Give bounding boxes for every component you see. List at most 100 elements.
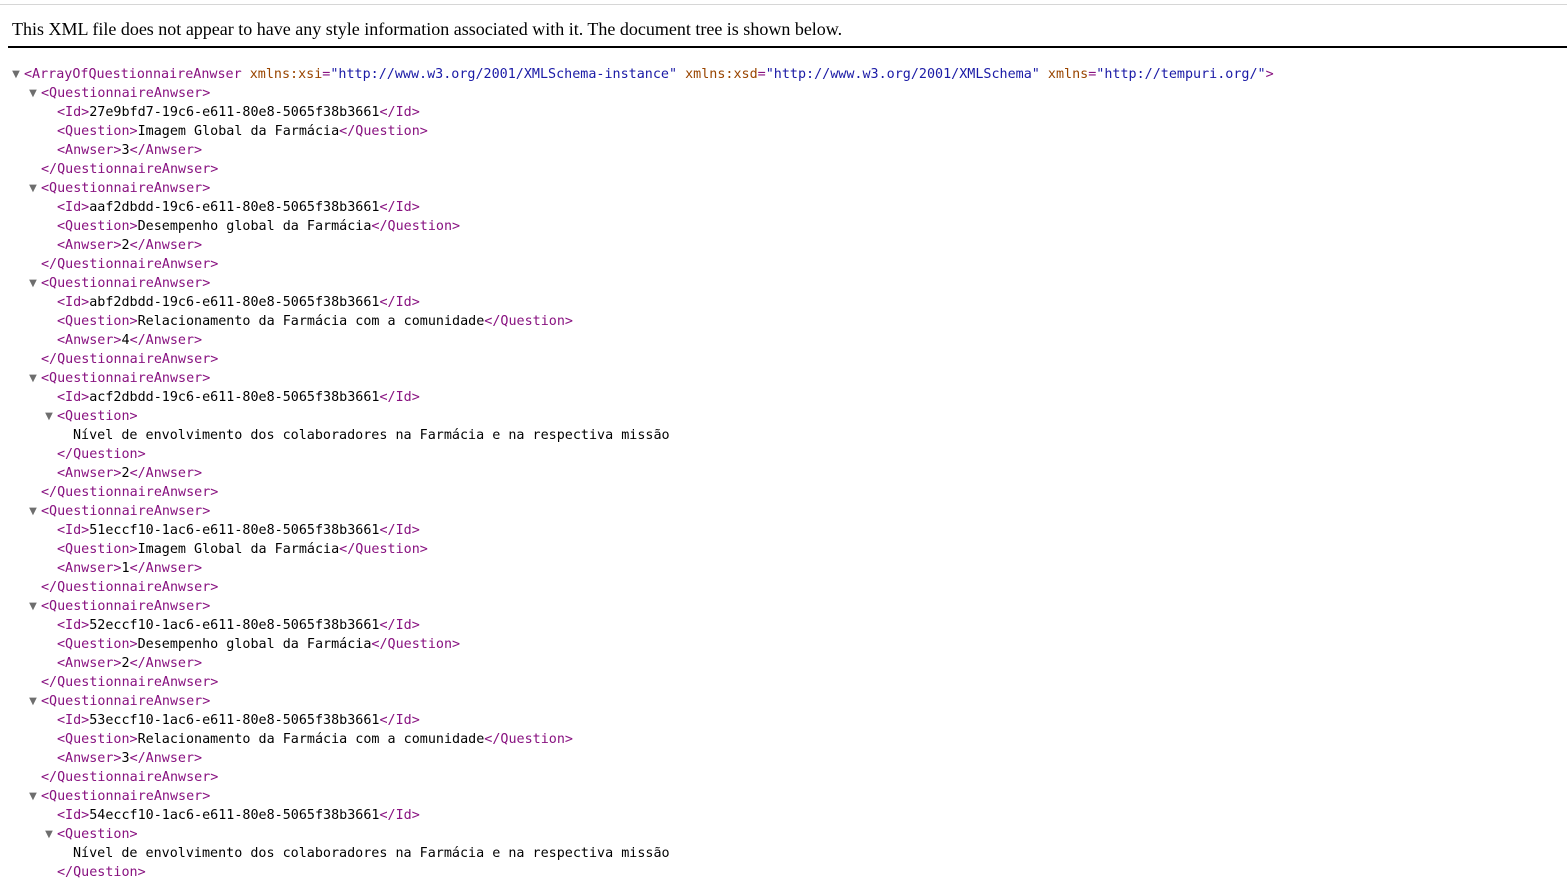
question-open-tag: <Question> (57, 219, 138, 234)
answer-line: <Anwser>2</Anwser> (0, 236, 1567, 255)
answer-value: 1 (121, 561, 130, 576)
id-open-tag: <Id> (57, 390, 90, 405)
qa-close-tag: </QuestionnaireAnwser> (41, 162, 219, 177)
question-text-line: Nível de envolvimento dos colaboradores … (0, 844, 1567, 863)
xml-document-tree: ▼ <ArrayOfQuestionnaireAnwser xmlns:xsi="… (0, 65, 1567, 882)
id-line: <Id>53eccf10-1ac6-e611-80e8-5065f38b3661… (0, 711, 1567, 730)
answer-open-tag: <Anwser> (57, 238, 122, 253)
qa-close-tag: </QuestionnaireAnwser> (41, 580, 219, 595)
collapse-toggle-icon[interactable]: ▼ (43, 825, 55, 844)
collapse-toggle-icon[interactable]: ▼ (27, 502, 39, 521)
attribute-value: "http://www.w3.org/2001/XMLSchema-instan… (330, 67, 678, 82)
question-close-tag: </Question> (371, 637, 461, 652)
id-line: <Id>aaf2dbdd-19c6-e611-80e8-5065f38b3661… (0, 198, 1567, 217)
question-line: <Question>Desempenho global da Farmácia<… (0, 217, 1567, 236)
id-value: abf2dbdd-19c6-e611-80e8-5065f38b3661 (89, 295, 380, 310)
qa-close-line: </QuestionnaireAnwser> (0, 255, 1567, 274)
answer-line: <Anwser>3</Anwser> (0, 749, 1567, 768)
attribute-value: "http://www.w3.org/2001/XMLSchema" (765, 67, 1040, 82)
answer-value: 3 (121, 751, 130, 766)
question-line: <Question>Desempenho global da Farmácia<… (0, 635, 1567, 654)
root-element-line: ▼ <ArrayOfQuestionnaireAnwser xmlns:xsi="… (0, 65, 1567, 84)
id-value: 53eccf10-1ac6-e611-80e8-5065f38b3661 (89, 713, 380, 728)
id-open-tag: <Id> (57, 523, 90, 538)
qa-close-tag: </QuestionnaireAnwser> (41, 257, 219, 272)
answer-close-tag: </Anwser> (129, 333, 203, 348)
qa-close-line: </QuestionnaireAnwser> (0, 578, 1567, 597)
attribute-value: "http://tempuri.org/" (1096, 67, 1266, 82)
id-value: 52eccf10-1ac6-e611-80e8-5065f38b3661 (89, 618, 380, 633)
qa-open-tag: <QuestionnaireAnwser> (41, 789, 211, 804)
answer-close-tag: </Anwser> (129, 751, 203, 766)
question-open-line: ▼ <Question> (0, 407, 1567, 426)
id-open-tag: <Id> (57, 105, 90, 120)
qa-open-tag: <QuestionnaireAnwser> (41, 599, 211, 614)
id-close-tag: </Id> (379, 523, 420, 538)
qa-open-line: ▼ <QuestionnaireAnwser> (0, 84, 1567, 103)
id-close-tag: </Id> (379, 713, 420, 728)
answer-open-tag: <Anwser> (57, 561, 122, 576)
collapse-toggle-icon[interactable]: ▼ (27, 274, 39, 293)
qa-close-line: </QuestionnaireAnwser> (0, 160, 1567, 179)
id-close-tag: </Id> (379, 105, 420, 120)
qa-open-tag: <QuestionnaireAnwser> (41, 371, 211, 386)
id-close-tag: </Id> (379, 200, 420, 215)
id-open-tag: <Id> (57, 295, 90, 310)
root-open-tag: <ArrayOfQuestionnaireAnwser (24, 67, 242, 82)
id-line: <Id>54eccf10-1ac6-e611-80e8-5065f38b3661… (0, 806, 1567, 825)
qa-close-tag: </QuestionnaireAnwser> (41, 675, 219, 690)
qa-close-tag: </QuestionnaireAnwser> (41, 352, 219, 367)
question-line: <Question>Relacionamento da Farmácia com… (0, 730, 1567, 749)
collapse-toggle-icon[interactable]: ▼ (27, 369, 39, 388)
answer-open-tag: <Anwser> (57, 143, 122, 158)
root-open-bracket: > (1265, 67, 1274, 82)
collapse-toggle-icon[interactable]: ▼ (43, 407, 55, 426)
attribute-name: xmlns:xsi (249, 67, 323, 82)
qa-open-tag: <QuestionnaireAnwser> (41, 86, 211, 101)
question-open-tag: <Question> (57, 542, 138, 557)
id-line: <Id>52eccf10-1ac6-e611-80e8-5065f38b3661… (0, 616, 1567, 635)
qa-close-tag: </QuestionnaireAnwser> (41, 770, 219, 785)
xml-info-message: This XML file does not appear to have an… (12, 19, 843, 39)
id-value: aaf2dbdd-19c6-e611-80e8-5065f38b3661 (89, 200, 380, 215)
id-close-tag: </Id> (379, 295, 420, 310)
collapse-toggle-icon[interactable]: ▼ (27, 597, 39, 616)
answer-value: 4 (121, 333, 130, 348)
collapse-toggle-icon[interactable]: ▼ (10, 65, 22, 84)
answer-value: 3 (121, 143, 130, 158)
answer-close-tag: </Anwser> (129, 561, 203, 576)
attribute-equals: = (757, 67, 766, 82)
question-open-tag: <Question> (57, 124, 138, 139)
answer-line: <Anwser>1</Anwser> (0, 559, 1567, 578)
qa-open-line: ▼ <QuestionnaireAnwser> (0, 274, 1567, 293)
id-close-tag: </Id> (379, 618, 420, 633)
collapse-toggle-icon[interactable]: ▼ (27, 84, 39, 103)
question-value: Nível de envolvimento dos colaboradores … (73, 428, 670, 443)
qa-close-line: </QuestionnaireAnwser> (0, 350, 1567, 369)
qa-open-tag: <QuestionnaireAnwser> (41, 694, 211, 709)
answer-close-tag: </Anwser> (129, 466, 203, 481)
answer-open-tag: <Anwser> (57, 333, 122, 348)
question-line: <Question>Imagem Global da Farmácia</Que… (0, 540, 1567, 559)
question-open-tag: <Question> (57, 409, 138, 424)
answer-line: <Anwser>2</Anwser> (0, 654, 1567, 673)
header-divider (8, 46, 1567, 48)
question-close-line: </Question> (0, 863, 1567, 882)
question-close-tag: </Question> (371, 219, 461, 234)
question-open-tag: <Question> (57, 827, 138, 842)
answer-open-tag: <Anwser> (57, 466, 122, 481)
question-close-line: </Question> (0, 445, 1567, 464)
id-close-tag: </Id> (379, 390, 420, 405)
qa-open-line: ▼ <QuestionnaireAnwser> (0, 179, 1567, 198)
id-value: 51eccf10-1ac6-e611-80e8-5065f38b3661 (89, 523, 380, 538)
qa-close-tag: </QuestionnaireAnwser> (41, 485, 219, 500)
question-value: Desempenho global da Farmácia (137, 637, 372, 652)
answer-close-tag: </Anwser> (129, 238, 203, 253)
question-line: <Question>Relacionamento da Farmácia com… (0, 312, 1567, 331)
collapse-toggle-icon[interactable]: ▼ (27, 692, 39, 711)
collapse-toggle-icon[interactable]: ▼ (27, 179, 39, 198)
question-value: Relacionamento da Farmácia com a comunid… (137, 314, 485, 329)
question-open-tag: <Question> (57, 732, 138, 747)
qa-open-line: ▼ <QuestionnaireAnwser> (0, 597, 1567, 616)
collapse-toggle-icon[interactable]: ▼ (27, 787, 39, 806)
